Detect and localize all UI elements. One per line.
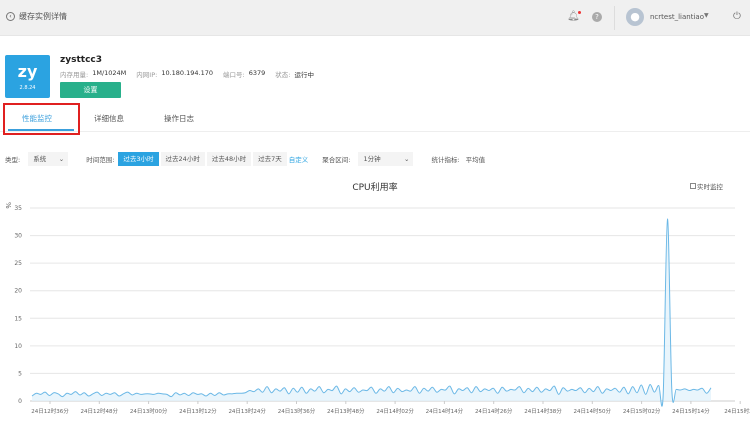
x-tick-label: 24日14时14分 <box>426 407 464 415</box>
y-tick-label: 0 <box>18 398 22 405</box>
type-value: 系统 <box>33 155 47 163</box>
stat-value: 平均值 <box>465 156 486 164</box>
x-tick-label: 24日15时02分 <box>623 407 661 415</box>
tab-logs[interactable]: 操作日志 <box>164 113 194 124</box>
x-tick-label: 24日13时12分 <box>179 407 217 415</box>
series-area <box>32 219 711 407</box>
top-header: ‹ 缓存实例详情 🔔︎ ? ● ncrtest_liantiao ▼ ⏻ <box>0 0 750 36</box>
y-tick-label: 30 <box>14 233 22 240</box>
agg-label: 聚合区间: <box>322 156 351 164</box>
page-title: 缓存实例详情 <box>19 12 67 21</box>
filter-bar: 类型: 系统 ⌄ 时间范围: 过去3小时 过去24小时 过去48小时 过去7天 自… <box>5 151 485 167</box>
y-axis-unit: % <box>4 202 12 209</box>
back-link[interactable]: ‹ 缓存实例详情 <box>6 11 67 22</box>
checkbox[interactable] <box>690 183 696 189</box>
highlight-box <box>3 103 80 135</box>
x-tick-label: 24日13时24分 <box>228 407 266 415</box>
status-value: 运行中 <box>294 71 314 79</box>
settings-button[interactable]: 设置 <box>60 82 121 98</box>
x-tick-label: 24日14时38分 <box>524 407 562 415</box>
y-tick-label: 20 <box>14 288 22 295</box>
divider <box>614 6 615 30</box>
bell-icon[interactable]: 🔔︎ <box>567 11 581 22</box>
x-tick-label: 24日15时14分 <box>672 407 710 415</box>
logo-text: zy <box>17 62 38 81</box>
ip-value: 10.180.194.170 <box>161 69 214 77</box>
y-tick-label: 35 <box>14 205 22 212</box>
avatar-icon[interactable]: ● <box>626 8 644 26</box>
y-tick-label: 10 <box>14 343 22 350</box>
y-tick-label: 5 <box>18 370 22 377</box>
help-icon[interactable]: ? <box>592 12 602 22</box>
instance-logo: zy 2.8.24 <box>5 55 50 98</box>
memory-label: 内存用量: <box>60 71 89 79</box>
custom-range-link[interactable]: 自定义 <box>289 154 309 164</box>
x-tick-label: 24日13时00分 <box>130 407 168 415</box>
y-tick-label: 25 <box>14 260 22 267</box>
ip-label: 内网IP: <box>136 71 158 79</box>
type-select[interactable]: 系统 ⌄ <box>28 152 69 166</box>
agg-select[interactable]: 1分钟 ⌄ <box>358 152 414 166</box>
x-tick-label: 24日14时50分 <box>574 407 612 415</box>
x-tick-label: 24日13时48分 <box>327 407 365 415</box>
range-label: 时间范围: <box>86 156 115 164</box>
tab-bar: 性能监控 详细信息 操作日志 <box>0 104 750 132</box>
x-tick-label: 24日12时48分 <box>81 407 119 415</box>
port-value: 6379 <box>248 69 266 77</box>
cpu-chart: % 0 5 10 15 20 25 30 35 24日12时36分 24日12时48分 24日13时0… <box>4 202 750 415</box>
chevron-down-icon: ⌄ <box>58 155 65 163</box>
x-tick-label: 24日15时26 <box>724 407 750 415</box>
range-7d-button[interactable]: 过去7天 <box>253 152 287 166</box>
x-tick-label: 24日13时36分 <box>278 407 316 415</box>
port-label: 端口号: <box>223 71 245 79</box>
status-label: 状态: <box>275 71 291 79</box>
x-tick-label: 24日12时36分 <box>31 407 69 415</box>
chevron-down-icon: ⌄ <box>404 155 410 163</box>
username[interactable]: ncrtest_liantiao <box>650 13 704 21</box>
tab-details[interactable]: 详细信息 <box>94 113 124 124</box>
instance-name: zysttcc3 <box>60 55 102 65</box>
x-tick-label: 24日14时26分 <box>475 407 513 415</box>
y-tick-label: 15 <box>14 315 22 322</box>
instance-info: 内存用量: 1M/1024M 内网IP: 10.180.194.170 端口号: 63… <box>60 69 320 79</box>
version: 2.8.24 <box>19 85 36 91</box>
range-3h-button[interactable]: 过去3小时 <box>118 152 159 166</box>
notification-dot <box>577 11 581 14</box>
agg-value: 1分钟 <box>363 155 381 163</box>
x-tick-label: 24日14时02分 <box>376 407 414 415</box>
back-circle-icon[interactable]: ‹ <box>6 12 15 21</box>
stat-label: 统计指标: <box>431 156 460 164</box>
type-label: 类型: <box>5 156 21 164</box>
series-line <box>31 218 712 407</box>
caret-down-icon[interactable]: ▼ <box>704 12 709 19</box>
range-24h-button[interactable]: 过去24小时 <box>160 152 205 166</box>
power-icon[interactable]: ⏻ <box>733 11 741 22</box>
range-48h-button[interactable]: 过去48小时 <box>206 152 252 166</box>
memory-value: 1M/1024M <box>92 69 127 77</box>
